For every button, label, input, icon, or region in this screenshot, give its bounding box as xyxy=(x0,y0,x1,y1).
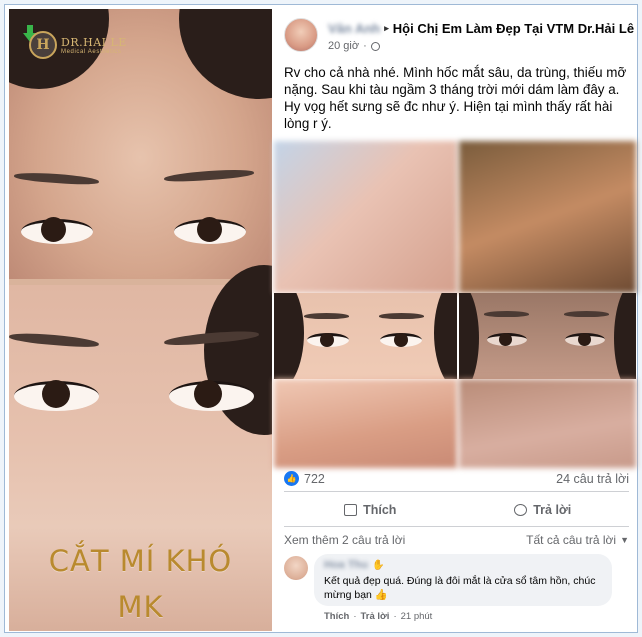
globe-icon xyxy=(370,41,380,51)
like-icon: 👍 xyxy=(284,471,299,486)
left-brow xyxy=(9,331,100,349)
left-brow xyxy=(13,171,100,186)
post-author-line: Vân Anh ▸ Hội Chị Em Làm Đẹp Tại VTM Dr.… xyxy=(328,21,634,36)
promo-title-line1: CẮT MÍ KHÓ xyxy=(48,544,233,578)
reply-button[interactable]: Trả lời xyxy=(457,495,630,525)
author-name[interactable]: Vân Anh xyxy=(328,21,380,36)
hair-shape xyxy=(179,9,272,99)
commenter-name[interactable]: Hoa Thu xyxy=(324,559,368,571)
brand-logo: H DR.HAI LE Medical Aesthetics xyxy=(29,31,127,59)
group-name[interactable]: Hội Chị Em Làm Đẹp Tại VTM Dr.Hải Lê xyxy=(393,21,634,36)
wave-icon: ✋ xyxy=(372,559,385,571)
comment-text: Kết quả đẹp quá. Đúng là đôi mắt là cửa … xyxy=(324,575,596,601)
eyes-photo-right[interactable] xyxy=(459,293,636,379)
right-brow xyxy=(163,167,255,184)
comment-like-link[interactable]: Thích xyxy=(324,611,349,622)
post-text: Rv cho cả nhà nhé. Mình hốc mắt sâu, da … xyxy=(284,65,627,131)
left-iris xyxy=(41,217,66,242)
commenter-avatar[interactable] xyxy=(284,556,308,580)
logo-subtitle: Medical Aesthetics xyxy=(61,48,122,55)
post-header: Vân Anh ▸ Hội Chị Em Làm Đẹp Tại VTM Dr.… xyxy=(284,18,634,58)
comment: Hoa Thu ✋ Kết quả đẹp quá. Đúng là đôi m… xyxy=(284,554,629,624)
facebook-post: Vân Anh ▸ Hội Chị Em Làm Đẹp Tại VTM Dr.… xyxy=(274,9,636,631)
right-iris xyxy=(197,217,222,242)
author-avatar[interactable] xyxy=(284,18,318,52)
caret-down-icon: ▼ xyxy=(620,535,629,545)
logo-name: DR.HAI LE xyxy=(61,35,127,49)
comments-bar: Xem thêm 2 câu trả lời Tất cả câu trả lờ… xyxy=(284,531,629,549)
thumbs-up-icon xyxy=(344,504,358,516)
left-iris xyxy=(42,380,70,408)
like-button-label: Thích xyxy=(363,503,397,517)
logo-mark: H xyxy=(29,31,57,59)
post-photo-grid[interactable] xyxy=(274,141,636,468)
comment-actions: Thích · Trả lời · 21 phút xyxy=(324,611,433,622)
promo-title-line2: MK xyxy=(117,590,164,624)
divider xyxy=(284,491,629,492)
blurred-photo[interactable] xyxy=(459,379,636,468)
view-more-replies-link[interactable]: Xem thêm 2 câu trả lời xyxy=(284,533,405,547)
reactions-bar: 👍 722 24 câu trả lời xyxy=(284,469,629,491)
blurred-photo[interactable] xyxy=(274,141,457,293)
post-actions: Thích Trả lời xyxy=(284,495,629,525)
arrow-right-icon: ▸ xyxy=(384,23,389,33)
divider xyxy=(284,526,629,527)
all-replies-label: Tất cả câu trả lời xyxy=(526,533,617,547)
eyes-photo-left[interactable] xyxy=(274,293,457,379)
blurred-photo[interactable] xyxy=(459,141,636,293)
like-button[interactable]: Thích xyxy=(284,495,457,525)
comment-bubble: Hoa Thu ✋ Kết quả đẹp quá. Đúng là đôi m… xyxy=(314,554,612,606)
comment-count[interactable]: 24 câu trả lời xyxy=(556,472,629,486)
comment-icon xyxy=(514,504,528,516)
post-meta: 20 giờ · xyxy=(328,40,380,52)
blurred-photo[interactable] xyxy=(274,379,457,468)
after-photo xyxy=(9,265,272,631)
all-replies-dropdown[interactable]: Tất cả câu trả lời ▼ xyxy=(526,533,629,547)
like-count[interactable]: 722 xyxy=(304,472,325,486)
right-iris xyxy=(194,380,222,408)
promo-panel: H DR.HAI LE Medical Aesthetics CẮT MÍ KH… xyxy=(9,9,272,631)
reply-button-label: Trả lời xyxy=(533,503,572,517)
post-time[interactable]: 20 giờ xyxy=(328,40,359,52)
comment-reply-link[interactable]: Trả lời xyxy=(361,611,390,622)
comment-time[interactable]: 21 phút xyxy=(401,611,433,622)
